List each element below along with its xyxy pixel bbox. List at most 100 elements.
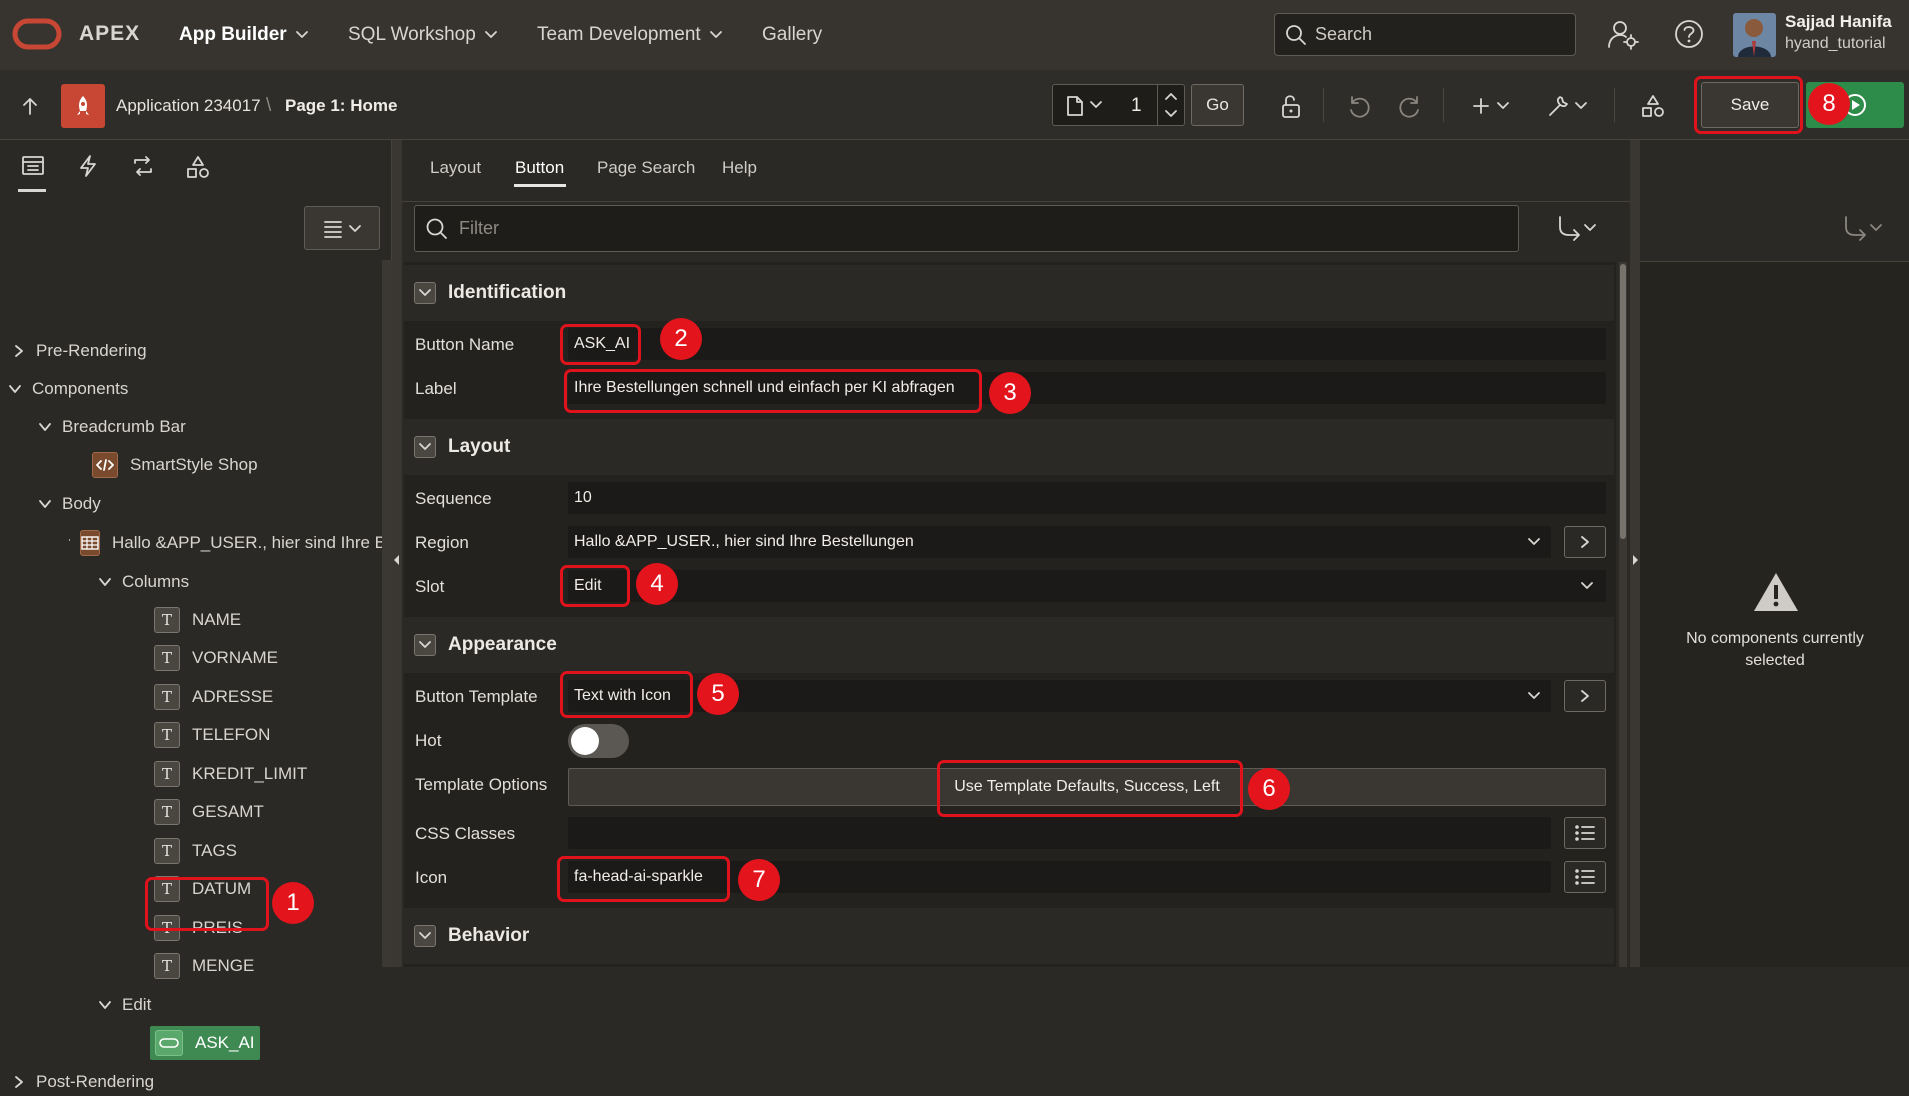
tree-item-smartstyle-shop[interactable]: SmartStyle Shop xyxy=(92,451,258,479)
chevron-down-icon[interactable] xyxy=(1089,100,1103,110)
utilities-menu-button[interactable] xyxy=(1544,92,1592,120)
create-menu-button[interactable] xyxy=(1470,92,1514,120)
callout-box xyxy=(145,877,269,931)
tab-help[interactable]: Help xyxy=(722,158,757,178)
properties-scrollbar[interactable] xyxy=(1619,262,1627,967)
tree-item-column[interactable]: T NAME xyxy=(154,606,241,634)
tree-item-columns[interactable]: Columns xyxy=(98,568,189,596)
tree-item-body[interactable]: Body xyxy=(38,490,101,518)
breadcrumb-application[interactable]: Application 234017 xyxy=(116,96,261,116)
icon-picker-button[interactable] xyxy=(1564,861,1606,893)
section-behavior[interactable]: Behavior xyxy=(404,908,1614,964)
tab-bar xyxy=(402,140,1630,202)
css-classes-field[interactable] xyxy=(568,817,1551,849)
lock-icon[interactable] xyxy=(1277,92,1305,120)
shared-components-icon[interactable] xyxy=(1638,92,1668,120)
text-column-icon: T xyxy=(154,607,180,633)
tree-label: TELEFON xyxy=(192,725,271,744)
tree-item-post-rendering[interactable]: Post-Rendering xyxy=(12,1068,154,1096)
search-input[interactable]: Search xyxy=(1274,13,1576,56)
tree-label: Body xyxy=(62,494,101,513)
tree-item-column[interactable]: T ADRESSE xyxy=(154,683,273,711)
sequence-field[interactable]: 10 xyxy=(568,482,1606,514)
css-classes-list-button[interactable] xyxy=(1564,817,1606,849)
nav-sql-workshop[interactable]: SQL Workshop xyxy=(348,22,498,48)
redo-icon[interactable] xyxy=(1396,92,1424,120)
collapse-icon[interactable] xyxy=(414,925,436,947)
page-number-input[interactable]: 1 xyxy=(1131,95,1142,117)
user-settings-icon[interactable] xyxy=(1606,18,1640,52)
no-selection-message: No components currently selected xyxy=(1686,630,1864,669)
collapse-icon[interactable] xyxy=(414,634,436,656)
tree-label: Pre-Rendering xyxy=(36,341,147,360)
rendering-tab-icon[interactable] xyxy=(20,154,46,178)
list-icon xyxy=(1575,825,1595,841)
hot-toggle[interactable] xyxy=(568,724,629,758)
tree-item-column[interactable]: T MENGE xyxy=(154,952,254,980)
increment-icon[interactable] xyxy=(1164,91,1178,101)
tree-item-components[interactable]: Components xyxy=(8,375,128,403)
tab-page-search[interactable]: Page Search xyxy=(597,158,695,178)
hot-label: Hot xyxy=(415,731,442,750)
page-designer-toolbar: Application 234017 \ Page 1: Home 1 Go S… xyxy=(0,70,1909,140)
callout-number: 1 xyxy=(272,882,314,924)
icon-label: Icon xyxy=(415,868,448,887)
tree-item-column[interactable]: T TELEFON xyxy=(154,721,270,749)
tree-item-region[interactable]: Hallo &APP_USER., hier sind Ihre B xyxy=(68,529,386,557)
tree-item-column[interactable]: T KREDIT_LIMIT xyxy=(154,760,307,788)
dynamic-actions-tab-icon[interactable] xyxy=(76,154,100,178)
chevron-down-icon xyxy=(1528,692,1540,699)
undo-icon[interactable] xyxy=(1345,92,1373,120)
left-splitter[interactable] xyxy=(392,140,402,967)
nav-team-development[interactable]: Team Development xyxy=(537,22,723,48)
go-to-region-button[interactable] xyxy=(1564,526,1606,558)
avatar[interactable] xyxy=(1733,13,1776,57)
nav-app-builder[interactable]: App Builder xyxy=(179,22,309,48)
collapse-icon[interactable] xyxy=(414,436,436,458)
section-identification[interactable]: Identification xyxy=(404,265,1614,321)
sequence-value: 10 xyxy=(574,489,592,506)
filter-placeholder: Filter xyxy=(459,218,499,238)
tree-item-column[interactable]: T GESAMT xyxy=(154,798,264,826)
collapse-icon[interactable] xyxy=(414,282,436,304)
left-scrollbar[interactable] xyxy=(382,260,392,967)
callout-number: 7 xyxy=(738,859,780,901)
tree-menu-button[interactable] xyxy=(304,206,380,250)
go-to-template-button[interactable] xyxy=(1564,680,1606,712)
processing-tab-icon[interactable] xyxy=(130,154,156,178)
tree-item-column[interactable]: T TAGS xyxy=(154,837,237,865)
button-name-field[interactable]: ASK_AI xyxy=(568,328,1606,360)
callout-number: 5 xyxy=(697,673,739,715)
tab-button[interactable]: Button xyxy=(515,158,564,178)
page-icon xyxy=(1065,95,1085,117)
section-appearance[interactable]: Appearance xyxy=(404,617,1614,673)
decrement-icon[interactable] xyxy=(1164,109,1178,119)
tree-item-edit[interactable]: Edit xyxy=(98,991,151,1019)
goto-menu-icon[interactable] xyxy=(1555,213,1599,243)
tree-item-breadcrumb-bar[interactable]: Breadcrumb Bar xyxy=(38,413,186,441)
tree-item-pre-rendering[interactable]: Pre-Rendering xyxy=(12,337,147,365)
section-layout[interactable]: Layout xyxy=(404,419,1614,475)
callout-number: 8 xyxy=(1808,83,1850,125)
filter-input[interactable]: Filter xyxy=(414,205,1519,252)
region-select[interactable]: Hallo &APP_USER., hier sind Ihre Bestell… xyxy=(568,526,1551,558)
up-arrow-icon[interactable] xyxy=(16,92,44,120)
slot-select[interactable]: Edit xyxy=(568,570,1606,602)
nav-app-builder-label: App Builder xyxy=(179,24,287,45)
breadcrumb-page: Page 1: Home xyxy=(285,96,398,115)
oracle-logo-icon[interactable] xyxy=(12,18,62,50)
apex-logo-text[interactable]: APEX xyxy=(79,22,140,46)
go-button[interactable]: Go xyxy=(1191,84,1244,126)
tab-layout[interactable]: Layout xyxy=(430,158,481,178)
tree-item-ask-ai[interactable]: ASK_AI xyxy=(150,1026,260,1060)
tree-label: MENGE xyxy=(192,956,255,975)
tree-item-column[interactable]: T VORNAME xyxy=(154,644,278,672)
shared-components-tab-icon[interactable] xyxy=(185,154,211,180)
nav-gallery[interactable]: Gallery xyxy=(762,22,822,48)
help-icon[interactable] xyxy=(1673,18,1705,50)
application-icon[interactable] xyxy=(61,84,105,128)
page-selector[interactable]: 1 xyxy=(1052,84,1185,126)
text-column-icon: T xyxy=(154,761,180,787)
right-splitter[interactable] xyxy=(1630,140,1640,967)
goto-menu-icon[interactable] xyxy=(1841,213,1885,243)
